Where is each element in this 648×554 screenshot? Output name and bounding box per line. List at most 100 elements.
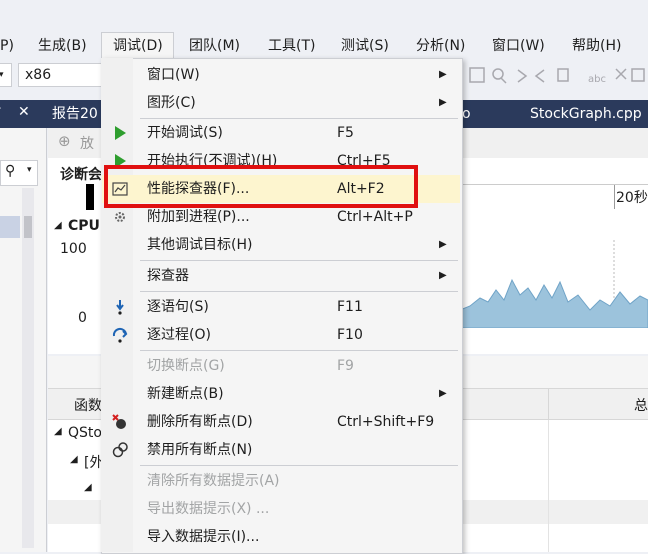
menu-item-profiler[interactable]: 探查器 ▶ (102, 262, 460, 290)
time-label: 20秒 (616, 190, 648, 206)
menu-item-label: 图形(C) (147, 95, 196, 111)
diag-session-label: 诊断会 (60, 167, 102, 183)
menu-analyze[interactable]: 分析(N) (416, 32, 465, 60)
config-combo[interactable]: ▾ (0, 63, 12, 87)
solution-explorer-panel: ⚲ ▾ (0, 128, 47, 552)
menu-debug[interactable]: 调试(D) (101, 32, 174, 60)
menu-item-export-datatips[interactable]: 导出数据提示(X) ... (102, 495, 460, 523)
find-icon (469, 67, 485, 83)
menu-tools[interactable]: 工具(T) (268, 32, 315, 60)
menu-separator (140, 291, 458, 292)
close-icon[interactable]: ✕ (18, 104, 30, 120)
highlight-annotation-box (104, 165, 418, 208)
submenu-arrow-icon: ▶ (439, 97, 447, 108)
menu-bar: P) 生成(B) 调试(D) 团队(M) 工具(T) 测试(S) 分析(N) 窗… (0, 32, 648, 60)
delete-breakpoints-icon (112, 414, 126, 429)
menu-item-label: 删除所有断点(D) (147, 414, 253, 430)
submenu-arrow-icon: ▶ (439, 388, 447, 399)
menu-item-label: 其他调试目标(H) (147, 237, 253, 253)
menu-item-start-debugging[interactable]: 开始调试(S) F5 (102, 119, 460, 147)
menu-item-label: 导入数据提示(I)... (147, 529, 260, 545)
menu-item-delete-all-breakpoints[interactable]: 删除所有断点(D) Ctrl+Shift+F9 (102, 408, 460, 436)
menu-item-toggle-breakpoint[interactable]: 切换断点(G) F9 (102, 352, 460, 380)
solution-explorer-tab[interactable]: ᐩ ✕ (0, 100, 40, 128)
menu-item-clear-all-datatips[interactable]: 清除所有数据提示(A) (102, 467, 460, 495)
menu-item-shortcut: F5 (337, 125, 354, 141)
menu-item-label: 清除所有数据提示(A) (147, 473, 280, 489)
menu-build[interactable]: 生成(B) (38, 32, 87, 60)
menu-item-step-over[interactable]: 逐过程(O) F10 (102, 321, 460, 349)
search-box[interactable]: ⚲ ▾ (0, 160, 38, 186)
tree-row-1[interactable]: QSto (68, 425, 102, 441)
search-icon (492, 68, 504, 80)
step-over-icon (112, 327, 128, 343)
menu-item-new-breakpoint[interactable]: 新建断点(B) ▶ (102, 380, 460, 408)
menu-item-graphics[interactable]: 图形(C) ▶ (102, 89, 460, 117)
expand-icon[interactable]: ◢ (84, 482, 92, 493)
pin-icon[interactable]: ᐩ (0, 104, 1, 120)
menu-item-step-into[interactable]: 逐语句(S) F11 (102, 293, 460, 321)
col-total[interactable]: 总 (634, 395, 648, 415)
submenu-arrow-icon: ▶ (439, 239, 447, 250)
nav-forward-icon (534, 69, 545, 83)
menu-item-label: 窗口(W) (147, 67, 200, 83)
platform-combo[interactable]: x86 (18, 63, 104, 87)
menu-item-label: 探查器 (147, 268, 189, 284)
collapse-icon[interactable]: ◢ (54, 220, 62, 231)
tab-stockgraph[interactable]: StockGraph.cpp (530, 100, 642, 128)
menu-item-window[interactable]: 窗口(W) ▶ (102, 61, 460, 89)
tab-middle[interactable]: o (462, 100, 471, 128)
submenu-arrow-icon: ▶ (439, 69, 447, 80)
menu-help[interactable]: 帮助(H) (572, 32, 621, 60)
timeline-ruler: 20秒 (460, 184, 648, 209)
scrollbar[interactable] (22, 188, 34, 548)
bookmark-icon (557, 68, 569, 82)
menu-window[interactable]: 窗口(W) (492, 32, 545, 60)
svg-text:abc: abc (588, 74, 606, 85)
tab-report[interactable]: 报告20 (52, 100, 98, 128)
menu-item-label: 逐语句(S) (147, 299, 209, 315)
col-function[interactable]: 函数 (74, 395, 102, 415)
menu-item-label: 逐过程(O) (147, 327, 211, 343)
step-into-icon (116, 300, 124, 315)
gear-icon (115, 212, 125, 222)
expand-icon[interactable]: ◢ (70, 454, 78, 465)
menu-item-label: 新建断点(B) (147, 386, 224, 402)
cpu-label: CPU (68, 218, 100, 234)
menu-separator (140, 260, 458, 261)
submenu-arrow-icon: ▶ (439, 270, 447, 281)
menu-item-disable-all-breakpoints[interactable]: 禁用所有断点(N) (102, 436, 460, 464)
toolbar-icons: abc (469, 67, 645, 85)
menu-item-other-debug-targets[interactable]: 其他调试目标(H) ▶ (102, 231, 460, 259)
menu-test[interactable]: 测试(S) (341, 32, 389, 60)
cpu-usage-chart (460, 240, 648, 328)
cpu-area (460, 278, 648, 328)
menu-item-label: 开始调试(S) (147, 125, 223, 141)
menu-item-label: 导出数据提示(X) ... (147, 501, 270, 517)
disable-breakpoints-icon (112, 442, 128, 458)
menu-separator (140, 465, 458, 466)
play-icon (115, 126, 126, 140)
chevron-down-icon: ▾ (0, 70, 4, 80)
menu-item-label: 切换断点(G) (147, 358, 225, 374)
zoom-icon[interactable]: ⊕ (58, 132, 71, 150)
menu-item-shortcut: Ctrl+Shift+F9 (337, 414, 435, 430)
zoom-label[interactable]: 放 (80, 133, 94, 153)
timeline-marker (86, 184, 94, 210)
platform-value: x86 (25, 67, 52, 83)
menu-team[interactable]: 团队(M) (189, 32, 240, 60)
cpu-y-max: 100 (60, 241, 87, 257)
expand-icon[interactable]: ◢ (54, 426, 62, 437)
chevron-down-icon: ▾ (27, 165, 32, 175)
nav-back-icon (517, 69, 528, 83)
menu-item-label: 禁用所有断点(N) (147, 442, 253, 458)
menu-separator (140, 350, 458, 351)
menu-project[interactable]: P) (0, 32, 14, 60)
selected-item[interactable] (0, 216, 20, 238)
menu-item-shortcut: F10 (337, 327, 363, 343)
menu-item-import-datatips[interactable]: 导入数据提示(I)... (102, 523, 460, 551)
menu-item-shortcut: F9 (337, 358, 354, 374)
scrollbar-thumb[interactable] (24, 216, 32, 238)
misc-icon (631, 68, 645, 82)
search-icon: ⚲ (5, 163, 16, 179)
